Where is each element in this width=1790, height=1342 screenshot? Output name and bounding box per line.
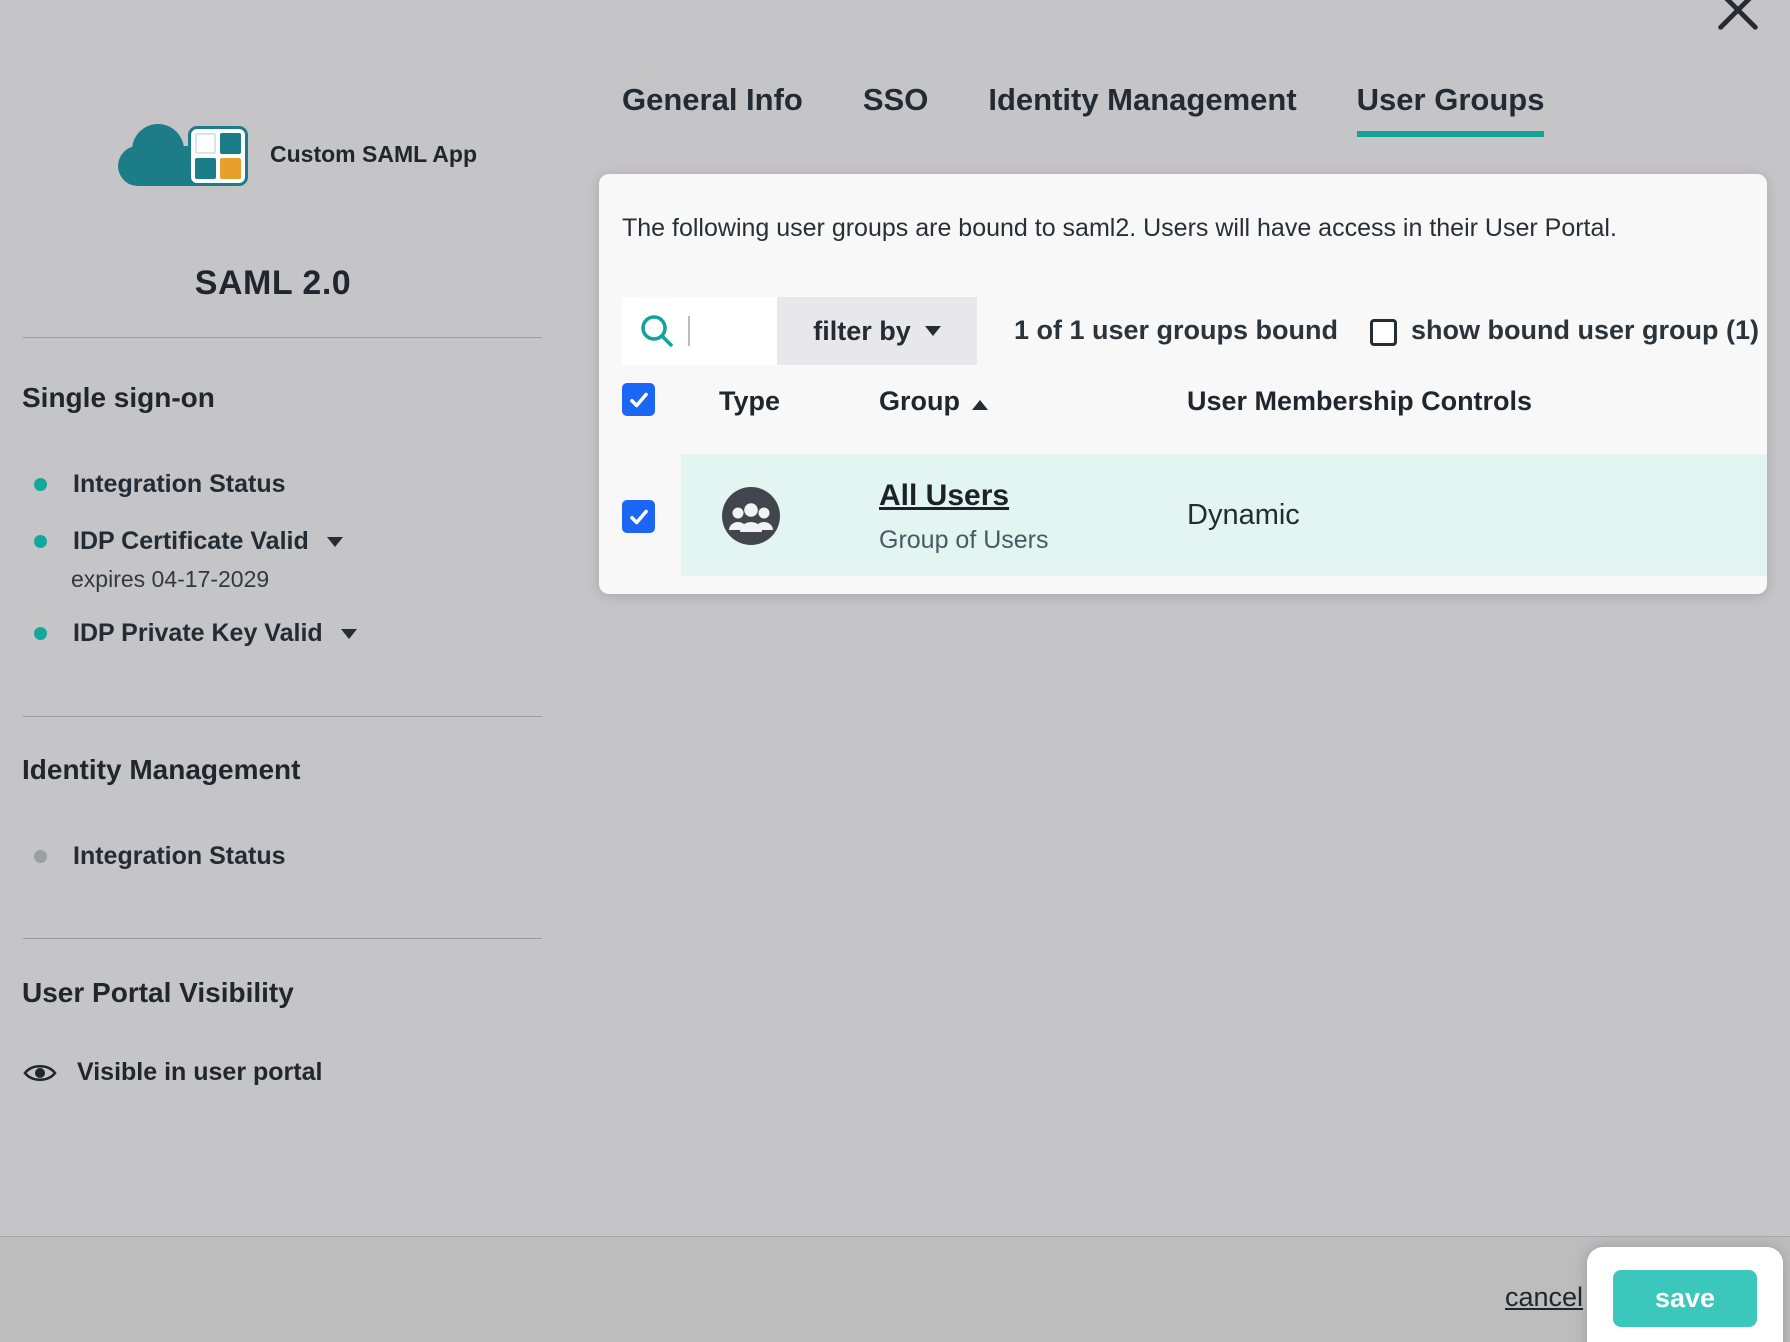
chevron-down-icon[interactable] [341,629,357,639]
panel-description: The following user groups are bound to s… [622,214,1617,243]
group-search-input[interactable] [702,311,762,351]
app-name-label: Custom SAML App [270,141,477,168]
user-groups-panel: The following user groups are bound to s… [599,174,1767,594]
status-dot-icon [34,478,47,491]
checkmark-icon [628,506,650,528]
column-header-group-label: Group [879,386,960,416]
show-bound-checkbox[interactable] [1370,319,1397,346]
eye-icon [23,1061,57,1085]
visible-in-user-portal-label: Visible in user portal [77,1058,322,1087]
search-icon [638,312,676,350]
search-filter-bar: filter by [622,297,977,365]
column-header-group[interactable]: Group [879,386,988,417]
status-dot-icon [34,535,47,548]
status-dot-icon [34,850,47,863]
user-group-avatar-icon [721,486,781,546]
idp-private-key-item[interactable]: IDP Private Key Valid [34,619,357,648]
chevron-down-icon [925,326,941,336]
tab-identity-management[interactable]: Identity Management [988,84,1296,137]
sort-ascending-icon [972,400,988,410]
show-bound-label[interactable]: show bound user group (1) [1411,315,1759,346]
save-button[interactable]: save [1613,1270,1757,1327]
certificate-expiry-text: expires 04-17-2029 [71,566,269,593]
group-link-all-users[interactable]: All Users [879,479,1009,513]
app-logo: Custom SAML App [118,120,477,188]
protocol-title: SAML 2.0 [0,264,546,303]
select-all-checkbox[interactable] [622,383,655,416]
row-checkbox[interactable] [622,500,655,533]
checkmark-icon [628,389,650,411]
sso-integration-status-label: Integration Status [73,470,286,499]
save-card: save [1587,1247,1783,1342]
divider [23,938,542,939]
divider [23,716,542,717]
section-title-single-sign-on: Single sign-on [22,382,215,414]
section-title-identity-management: Identity Management [22,754,300,786]
idp-private-key-label: IDP Private Key Valid [73,619,323,648]
idp-certificate-item[interactable]: IDP Certificate Valid [34,527,343,556]
cloud-app-icon [118,120,256,188]
tab-user-groups[interactable]: User Groups [1357,84,1545,137]
section-title-user-portal-visibility: User Portal Visibility [22,977,294,1009]
status-dot-icon [34,627,47,640]
search-box[interactable] [622,297,777,365]
tab-sso[interactable]: SSO [863,84,928,137]
app-grid-icon [188,126,248,186]
idp-certificate-label: IDP Certificate Valid [73,527,309,556]
sso-integration-status-item: Integration Status [34,470,286,499]
column-header-membership[interactable]: User Membership Controls [1187,386,1532,417]
sidebar: Custom SAML App SAML 2.0 Single sign-on … [0,0,546,1342]
tab-bar: General Info SSO Identity Management Use… [622,84,1544,137]
close-icon[interactable] [1712,0,1764,36]
filter-by-label: filter by [813,316,911,347]
filter-by-button[interactable]: filter by [777,297,977,365]
chevron-down-icon[interactable] [327,537,343,547]
membership-control-value: Dynamic [1187,499,1300,532]
app-config-modal: Custom SAML App SAML 2.0 Single sign-on … [0,0,1790,1342]
group-subtitle: Group of Users [879,526,1049,555]
tab-general-info[interactable]: General Info [622,84,803,137]
im-integration-status-item: Integration Status [34,842,286,871]
text-cursor [688,316,690,346]
im-integration-status-label: Integration Status [73,842,286,871]
visible-in-user-portal-item: Visible in user portal [23,1058,322,1087]
bound-count-text: 1 of 1 user groups bound [1014,315,1338,346]
cancel-button[interactable]: cancel [1505,1282,1583,1313]
divider [23,337,542,338]
column-header-type[interactable]: Type [719,386,780,417]
